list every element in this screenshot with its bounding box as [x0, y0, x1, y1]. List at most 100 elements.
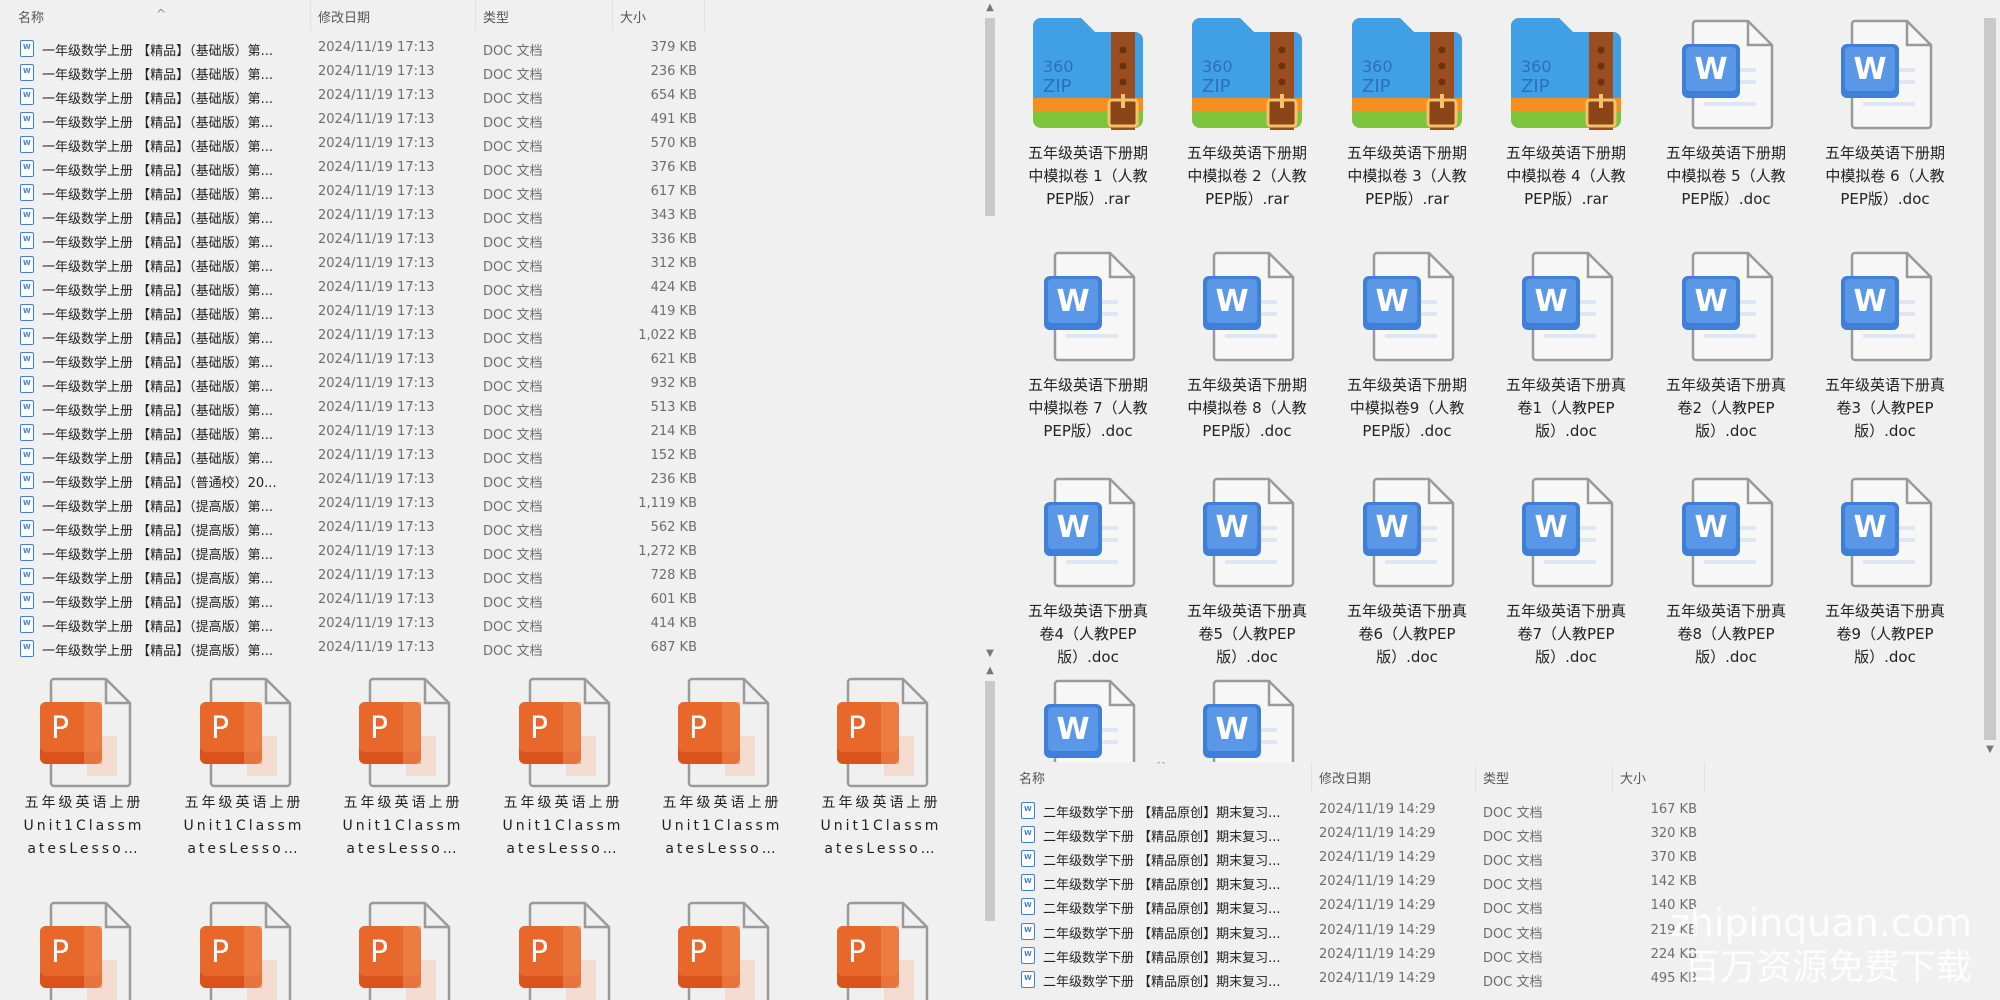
word-file-tile[interactable]: W 五年级英语下册期中模拟卷 5（人教PEP版）.doc — [1651, 8, 1801, 211]
word-file-tile[interactable]: W 五年级英语下册期中模拟卷9（人教PEP版）.doc — [1332, 240, 1482, 443]
right-icon-scrollbar[interactable]: ▼ — [1980, 0, 2000, 762]
scroll-up-icon[interactable]: ▲ — [982, 2, 998, 13]
word-file-tile[interactable]: W 五年级英语下册期中模拟卷 6（人教PEP版）.doc — [1810, 8, 1960, 211]
word-file-tile[interactable]: W 五年级英语下册真卷6（人教PEP版）.doc — [1332, 466, 1482, 669]
file-row[interactable]: 一年级数学上册 【精品】（基础版）第... 2024/11/19 17:13 D… — [0, 397, 720, 421]
file-row[interactable]: 一年级数学上册 【精品】（基础版）第... 2024/11/19 17:13 D… — [0, 349, 720, 373]
file-row[interactable]: 一年级数学上册 【精品】（基础版）第... 2024/11/19 17:13 D… — [0, 373, 720, 397]
zip-file-tile[interactable]: 360 ZIP 五年级英语下册期中模拟卷 2（人教PEP版）.rar — [1172, 8, 1322, 211]
scroll-down-icon[interactable]: ▼ — [1980, 744, 2000, 755]
file-row[interactable]: 一年级数学上册 【精品】（提高版）第... 2024/11/19 17:13 D… — [0, 541, 720, 565]
scrollbar-thumb[interactable] — [1984, 18, 1996, 740]
svg-text:W: W — [1375, 284, 1408, 319]
ppt-file-tile[interactable]: P 五年级英语上册Unit1ClassmatesLesso… — [9, 676, 159, 861]
ppt-file-tile[interactable]: P — [488, 900, 638, 1000]
file-row[interactable]: 一年级数学上册 【精品】（基础版）第... 2024/11/19 17:13 D… — [0, 325, 720, 349]
file-type: DOC 文档 — [1483, 902, 1543, 918]
ppt-file-tile[interactable]: P 五年级英语上册Unit1ClassmatesLesso… — [328, 676, 478, 861]
svg-text:ZIP: ZIP — [1202, 76, 1231, 97]
file-row[interactable]: 一年级数学上册 【精品】（提高版）第... 2024/11/19 17:13 D… — [0, 517, 720, 541]
word-file-tile[interactable]: W 五年级英语下册真卷8（人教PEP版）.doc — [1651, 466, 1801, 669]
word-file-tile[interactable]: W 五年级英语下册真卷1（人教PEP版）.doc — [1491, 240, 1641, 443]
file-size: 414 KB — [650, 616, 697, 631]
column-name[interactable]: 名称 — [1019, 768, 1045, 787]
file-name: 五年级英语下册期中模拟卷9（人教PEP版）.doc — [1346, 376, 1467, 440]
file-row[interactable]: 二年级数学下册 【精品原创】期末复习... 2024/11/19 14:29 D… — [1000, 944, 1720, 968]
file-row[interactable]: 一年级数学上册 【精品】（基础版）第... 2024/11/19 17:13 D… — [0, 421, 720, 445]
file-row[interactable]: 二年级数学下册 【精品原创】期末复习... 2024/11/19 14:29 D… — [1000, 920, 1720, 944]
file-row[interactable]: 一年级数学上册 【精品】（基础版）第... 2024/11/19 17:13 D… — [0, 61, 720, 85]
column-date[interactable]: 修改日期 — [318, 7, 370, 26]
file-row[interactable]: 一年级数学上册 【精品】（基础版）第... 2024/11/19 17:13 D… — [0, 229, 720, 253]
ppt-file-tile[interactable]: P — [169, 900, 319, 1000]
word-file-tile[interactable]: W — [1172, 668, 1322, 762]
file-row[interactable]: 二年级数学下册 【精品原创】期末复习... 2024/11/19 14:29 D… — [1000, 968, 1720, 992]
file-name: 一年级数学上册 【精品】（提高版）第... — [42, 500, 274, 515]
file-row[interactable]: 一年级数学上册 【精品】（提高版）第... 2024/11/19 17:13 D… — [0, 637, 720, 661]
column-size[interactable]: 大小 — [1620, 768, 1646, 787]
file-row[interactable]: 二年级数学下册 【精品原创】期末复习... 2024/11/19 14:29 D… — [1000, 895, 1720, 919]
file-row[interactable]: 一年级数学上册 【精品】（基础版）第... 2024/11/19 17:13 D… — [0, 109, 720, 133]
file-row[interactable]: 一年级数学上册 【精品】（基础版）第... 2024/11/19 17:13 D… — [0, 253, 720, 277]
file-row[interactable]: 一年级数学上册 【精品】（基础版）第... 2024/11/19 17:13 D… — [0, 445, 720, 469]
file-row[interactable]: 一年级数学上册 【精品】（基础版）第... 2024/11/19 17:13 D… — [0, 85, 720, 109]
scroll-down-icon[interactable]: ▼ — [982, 648, 998, 659]
file-row[interactable]: 一年级数学上册 【精品】（基础版）第... 2024/11/19 17:13 D… — [0, 205, 720, 229]
file-row[interactable]: 一年级数学上册 【精品】（基础版）第... 2024/11/19 17:13 D… — [0, 181, 720, 205]
file-row[interactable]: 一年级数学上册 【精品】（基础版）第... 2024/11/19 17:13 D… — [0, 301, 720, 325]
scrollbar-thumb[interactable] — [985, 681, 995, 921]
ppt-file-tile[interactable]: P — [9, 900, 159, 1000]
column-type[interactable]: 类型 — [483, 7, 509, 26]
file-row[interactable]: 二年级数学下册 【精品原创】期末复习... 2024/11/19 14:29 D… — [1000, 799, 1720, 823]
file-row[interactable]: 一年级数学上册 【精品】（基础版）第... 2024/11/19 17:13 D… — [0, 37, 720, 61]
word-file-tile[interactable]: W 五年级英语下册真卷7（人教PEP版）.doc — [1491, 466, 1641, 669]
file-row[interactable]: 一年级数学上册 【精品】（基础版）第... 2024/11/19 17:13 D… — [0, 133, 720, 157]
left-list-scrollbar[interactable]: ▲ ▼ — [982, 0, 998, 663]
zip-file-tile[interactable]: 360 ZIP 五年级英语下册期中模拟卷 3（人教PEP版）.rar — [1332, 8, 1482, 211]
word-file-tile[interactable]: W 五年级英语下册期中模拟卷 8（人教PEP版）.doc — [1172, 240, 1322, 443]
file-row[interactable]: 二年级数学下册 【精品原创】期末复习... 2024/11/19 14:29 D… — [1000, 823, 1720, 847]
file-row[interactable]: 一年级数学上册 【精品】（提高版）第... 2024/11/19 17:13 D… — [0, 613, 720, 637]
word-file-icon — [20, 520, 34, 537]
word-file-tile[interactable]: W 五年级英语下册真卷9（人教PEP版）.doc — [1810, 466, 1960, 669]
svg-text:P: P — [848, 935, 866, 970]
word-file-tile[interactable]: W 五年级英语下册真卷4（人教PEP版）.doc — [1013, 466, 1163, 669]
word-file-tile[interactable]: W 五年级英语下册期中模拟卷 7（人教PEP版）.doc — [1013, 240, 1163, 443]
word-file-tile[interactable]: W — [1013, 668, 1163, 762]
ppt-file-tile[interactable]: P 五年级英语上册Unit1ClassmatesLesso… — [169, 676, 319, 861]
ppt-file-tile[interactable]: P 五年级英语上册Unit1ClassmatesLesso… — [806, 676, 956, 861]
ppt-file-tile[interactable]: P — [328, 900, 478, 1000]
scroll-up-icon[interactable]: ▲ — [982, 665, 998, 676]
ppt-file-tile[interactable]: P — [647, 900, 797, 1000]
file-date: 2024/11/19 17:13 — [318, 88, 435, 103]
column-name[interactable]: 名称 — [18, 7, 44, 26]
column-type[interactable]: 类型 — [1483, 768, 1509, 787]
file-row[interactable]: 一年级数学上册 【精品】（提高版）第... 2024/11/19 17:13 D… — [0, 589, 720, 613]
svg-text:W: W — [1694, 52, 1727, 87]
word-file-icon — [20, 88, 34, 105]
file-row[interactable]: 一年级数学上册 【精品】（提高版）第... 2024/11/19 17:13 D… — [0, 493, 720, 517]
svg-text:P: P — [370, 711, 388, 746]
file-date: 2024/11/19 14:29 — [1319, 850, 1436, 866]
file-type: DOC 文档 — [483, 572, 543, 587]
column-size[interactable]: 大小 — [620, 7, 646, 26]
column-date[interactable]: 修改日期 — [1319, 768, 1371, 787]
file-row[interactable]: 一年级数学上册 【精品】（基础版）第... 2024/11/19 17:13 D… — [0, 277, 720, 301]
ppt-file-tile[interactable]: P — [806, 900, 956, 1000]
file-row[interactable]: 二年级数学下册 【精品原创】期末复习... 2024/11/19 14:29 D… — [1000, 871, 1720, 895]
ppt-file-tile[interactable]: P 五年级英语上册Unit1ClassmatesLesso… — [647, 676, 797, 861]
file-row[interactable]: 一年级数学上册 【精品】（提高版）第... 2024/11/19 17:13 D… — [0, 565, 720, 589]
scrollbar-thumb[interactable] — [985, 18, 995, 216]
zip-file-tile[interactable]: 360 ZIP 五年级英语下册期中模拟卷 1（人教PEP版）.rar — [1013, 8, 1163, 211]
word-file-tile[interactable]: W 五年级英语下册真卷3（人教PEP版）.doc — [1810, 240, 1960, 443]
word-file-tile[interactable]: W 五年级英语下册真卷5（人教PEP版）.doc — [1172, 466, 1322, 669]
word-file-icon — [20, 64, 34, 81]
file-size: 1,119 KB — [638, 496, 697, 511]
ppt-file-tile[interactable]: P 五年级英语上册Unit1ClassmatesLesso… — [488, 676, 638, 861]
file-row[interactable]: 一年级数学上册 【精品】（普通校）20... 2024/11/19 17:13 … — [0, 469, 720, 493]
word-file-tile[interactable]: W 五年级英语下册真卷2（人教PEP版）.doc — [1651, 240, 1801, 443]
file-row[interactable]: 一年级数学上册 【精品】（基础版）第... 2024/11/19 17:13 D… — [0, 157, 720, 181]
left-icon-scrollbar[interactable]: ▲ — [982, 663, 998, 1000]
zip-file-tile[interactable]: 360 ZIP 五年级英语下册期中模拟卷 4（人教PEP版）.rar — [1491, 8, 1641, 211]
file-row[interactable]: 二年级数学下册 【精品原创】期末复习... 2024/11/19 14:29 D… — [1000, 847, 1720, 871]
